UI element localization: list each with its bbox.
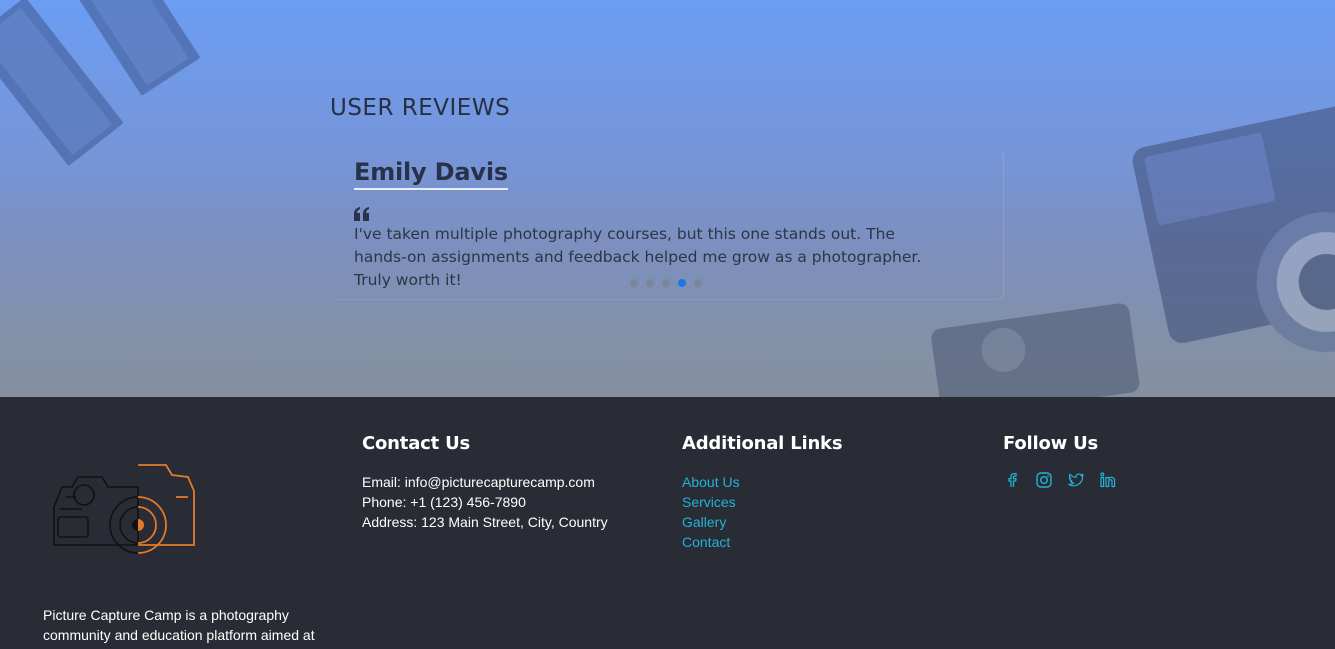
quote-icon — [354, 207, 369, 221]
linkedin-icon[interactable] — [1099, 471, 1117, 489]
link-about-us[interactable]: About Us — [682, 472, 842, 492]
instagram-icon[interactable] — [1035, 471, 1053, 489]
social-links — [1003, 471, 1117, 489]
film-strip-icon — [0, 0, 200, 166]
contact-address: Address: 123 Main Street, City, Country — [362, 514, 608, 530]
follow-heading: Follow Us — [1003, 433, 1099, 454]
about-text: Picture Capture Camp is a photography co… — [43, 607, 315, 643]
additional-links-column: Additional Links About Us Services Galle… — [682, 433, 843, 552]
link-gallery[interactable]: Gallery — [682, 512, 842, 532]
contact-column: Contact Us Email: info@picturecapturecam… — [362, 433, 608, 532]
carousel-dot[interactable] — [678, 279, 686, 287]
carousel-dot[interactable] — [630, 279, 638, 287]
reviewer-name: Emily Davis — [354, 158, 508, 190]
link-services[interactable]: Services — [682, 492, 842, 512]
contact-heading: Contact Us — [362, 433, 471, 454]
carousel-indicators — [630, 279, 702, 287]
camera-logo-icon[interactable] — [48, 457, 200, 557]
review-card: Emily Davis I've taken multiple photogra… — [330, 150, 1004, 300]
facebook-icon[interactable] — [1003, 471, 1021, 489]
carousel-dot[interactable] — [646, 279, 654, 287]
footer: Picture Capture Camp is a photography co… — [0, 397, 1335, 649]
link-contact[interactable]: Contact — [682, 532, 842, 552]
contact-email: Email: info@picturecapturecamp.com — [362, 474, 595, 490]
contact-phone: Phone: +1 (123) 456-7890 — [362, 494, 526, 510]
section-title: USER REVIEWS — [330, 95, 511, 121]
links-heading: Additional Links — [682, 433, 843, 454]
carousel-dot[interactable] — [662, 279, 670, 287]
carousel-dot[interactable] — [694, 279, 702, 287]
reviews-section: USER REVIEWS Emily Davis I've taken mult… — [0, 0, 1335, 397]
twitter-icon[interactable] — [1067, 471, 1085, 489]
follow-column: Follow Us — [1003, 433, 1117, 489]
